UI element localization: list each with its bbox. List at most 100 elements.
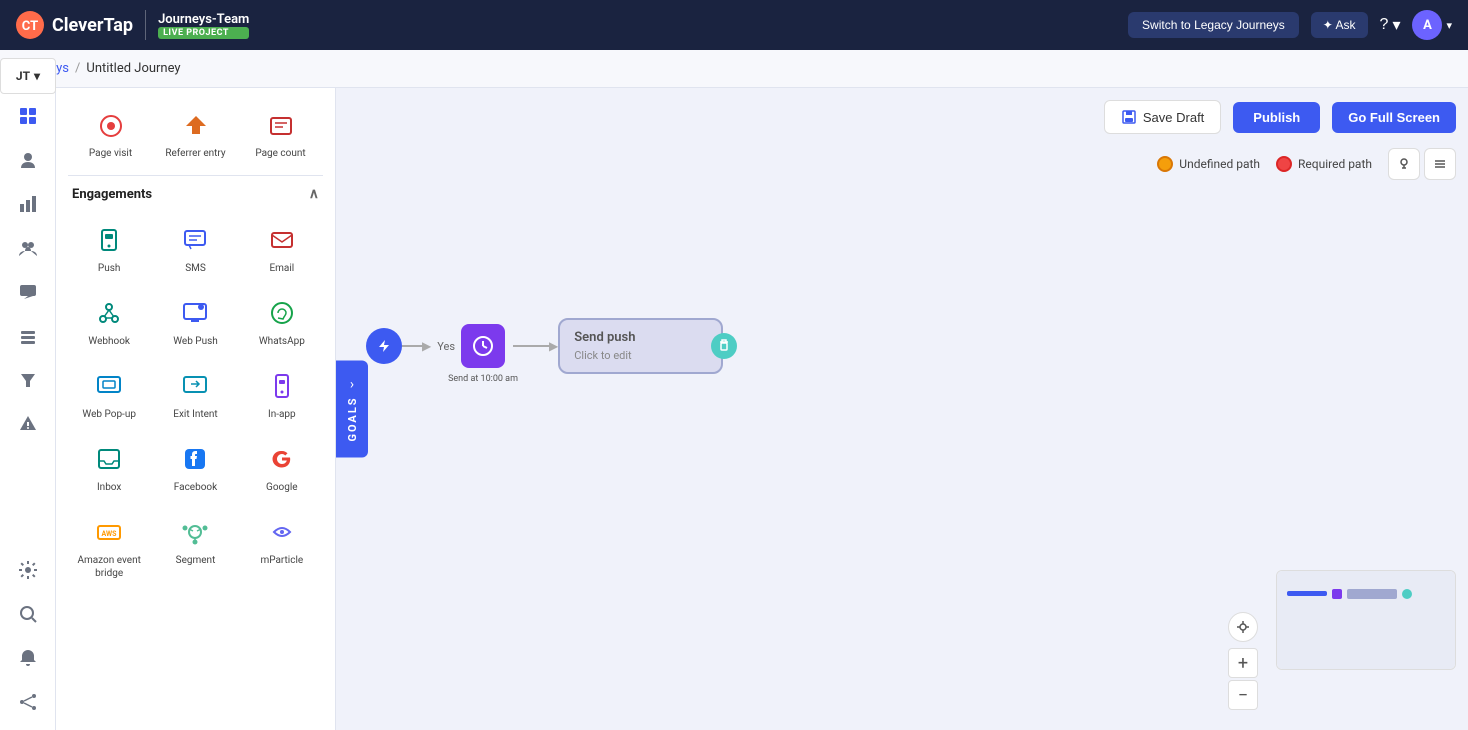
legend-actions — [1388, 148, 1456, 180]
exit-intent-engagement[interactable]: Exit Intent — [154, 360, 236, 429]
sidebar-item-analytics[interactable] — [8, 184, 48, 224]
page-visit-label: Page visit — [89, 148, 132, 159]
segment-engagement[interactable]: Segment — [154, 506, 236, 588]
help-icon: ? — [1380, 16, 1389, 34]
google-label: Google — [266, 481, 298, 494]
crosshair-icon — [1236, 620, 1250, 634]
bulb-icon — [1397, 157, 1411, 171]
web-push-label: Web Push — [173, 335, 218, 348]
page-visit-trigger[interactable]: Page visit — [68, 100, 153, 167]
referrer-entry-trigger[interactable]: Referrer entry — [153, 100, 238, 167]
email-label: Email — [269, 262, 294, 275]
filter-icon — [18, 370, 38, 390]
delete-node-button[interactable] — [711, 333, 737, 359]
zoom-controls: + − — [1228, 612, 1258, 710]
zoom-out-button[interactable]: − — [1228, 680, 1258, 710]
top-nav: CT CleverTap Journeys-Team LIVE PROJECT … — [0, 0, 1468, 50]
page-count-trigger[interactable]: Page count — [238, 100, 323, 167]
entry-node[interactable] — [366, 328, 402, 364]
sidebar-item-messaging[interactable] — [8, 272, 48, 312]
help-button[interactable]: ? ▾ — [1380, 15, 1401, 35]
inapp-engagement[interactable]: In-app — [241, 360, 323, 429]
sidebar-item-journeys[interactable] — [8, 96, 48, 136]
sidebar-item-settings[interactable] — [8, 550, 48, 590]
people-icon — [18, 238, 38, 258]
webhook-label: Webhook — [88, 335, 130, 348]
inbox-label: Inbox — [97, 481, 121, 494]
send-push-title: Send push — [574, 330, 707, 345]
layers-icon — [18, 326, 38, 346]
inapp-label: In-app — [268, 408, 296, 421]
goals-label: GOALS — [346, 396, 359, 441]
lightning-icon — [376, 338, 392, 354]
center-map-button[interactable] — [1228, 612, 1258, 642]
zoom-in-button[interactable]: + — [1228, 648, 1258, 678]
webhook-engagement[interactable]: Webhook — [68, 287, 150, 356]
sidebar-item-users[interactable] — [8, 140, 48, 180]
sidebar-item-search-users[interactable] — [8, 594, 48, 634]
sms-engagement[interactable]: SMS — [154, 214, 236, 283]
amazon-label: Amazon event bridge — [72, 554, 146, 580]
sidebar-item-alerts[interactable] — [8, 404, 48, 444]
arrange-icon — [1433, 157, 1447, 171]
send-push-node[interactable]: Send push Click to edit — [558, 318, 723, 374]
exit-intent-label: Exit Intent — [173, 408, 217, 421]
sidebar-item-flows[interactable] — [8, 316, 48, 356]
goals-arrow-icon: › — [350, 376, 354, 392]
google-icon — [264, 441, 300, 477]
ask-button[interactable]: ✦ Ask — [1311, 12, 1368, 38]
google-engagement[interactable]: Google — [241, 433, 323, 502]
bulb-button[interactable] — [1388, 148, 1420, 180]
team-name: Journeys-Team — [158, 12, 249, 27]
amazon-engagement[interactable]: AWS Amazon event bridge — [68, 506, 150, 588]
logo-area: CT CleverTap — [16, 11, 133, 39]
triggers-section: Page visit Referrer entry Page count — [56, 88, 335, 175]
sidebar-item-filter[interactable] — [8, 360, 48, 400]
web-push-engagement[interactable]: Web Push — [154, 287, 236, 356]
live-badge: LIVE PROJECT — [158, 27, 249, 39]
avatar[interactable]: A — [1412, 10, 1442, 40]
sidebar-item-notifications[interactable] — [8, 638, 48, 678]
fullscreen-button[interactable]: Go Full Screen — [1332, 102, 1456, 133]
push-label: Push — [98, 262, 121, 275]
sidebar-item-segments[interactable] — [8, 228, 48, 268]
team-info: Journeys-Team LIVE PROJECT — [158, 12, 249, 39]
arrange-button[interactable] — [1424, 148, 1456, 180]
canvas-legend: Undefined path Required path — [1157, 148, 1456, 180]
facebook-icon — [177, 441, 213, 477]
delay-node[interactable] — [461, 324, 505, 368]
switch-legacy-button[interactable]: Switch to Legacy Journeys — [1128, 12, 1299, 38]
goals-sidebar[interactable]: › GOALS — [336, 360, 368, 457]
sidebar-item-integrations[interactable] — [8, 682, 48, 722]
chevron-up-icon: ∧ — [309, 186, 319, 202]
web-popup-label: Web Pop-up — [82, 408, 136, 421]
user-icon — [18, 150, 38, 170]
email-icon — [264, 222, 300, 258]
engagements-header[interactable]: Engagements ∧ — [56, 176, 335, 210]
save-draft-button[interactable]: Save Draft — [1104, 100, 1221, 134]
whatsapp-engagement[interactable]: WhatsApp — [241, 287, 323, 356]
save-icon — [1121, 109, 1137, 125]
mparticle-engagement[interactable]: mParticle — [241, 506, 323, 588]
inbox-engagement[interactable]: Inbox — [68, 433, 150, 502]
undefined-path-legend: Undefined path — [1157, 156, 1260, 172]
web-popup-engagement[interactable]: Web Pop-up — [68, 360, 150, 429]
referrer-icon — [178, 108, 214, 144]
sms-label: SMS — [185, 262, 206, 275]
trash-icon — [717, 339, 731, 353]
jt-button[interactable]: JT ▾ — [0, 58, 56, 94]
whatsapp-label: WhatsApp — [259, 335, 305, 348]
yes-label: Yes — [437, 340, 455, 353]
facebook-engagement[interactable]: Facebook — [154, 433, 236, 502]
jt-label: JT — [16, 69, 30, 83]
avatar-area[interactable]: A ▾ — [1412, 10, 1452, 40]
push-engagement[interactable]: Push — [68, 214, 150, 283]
engagements-title: Engagements — [72, 187, 152, 202]
panel-area: Page visit Referrer entry Page count Eng… — [56, 88, 336, 730]
mini-map-inner — [1277, 571, 1455, 669]
segment-label: Segment — [176, 554, 216, 567]
inapp-icon — [264, 368, 300, 404]
publish-button[interactable]: Publish — [1233, 102, 1320, 133]
email-engagement[interactable]: Email — [241, 214, 323, 283]
bell-icon — [18, 648, 38, 668]
